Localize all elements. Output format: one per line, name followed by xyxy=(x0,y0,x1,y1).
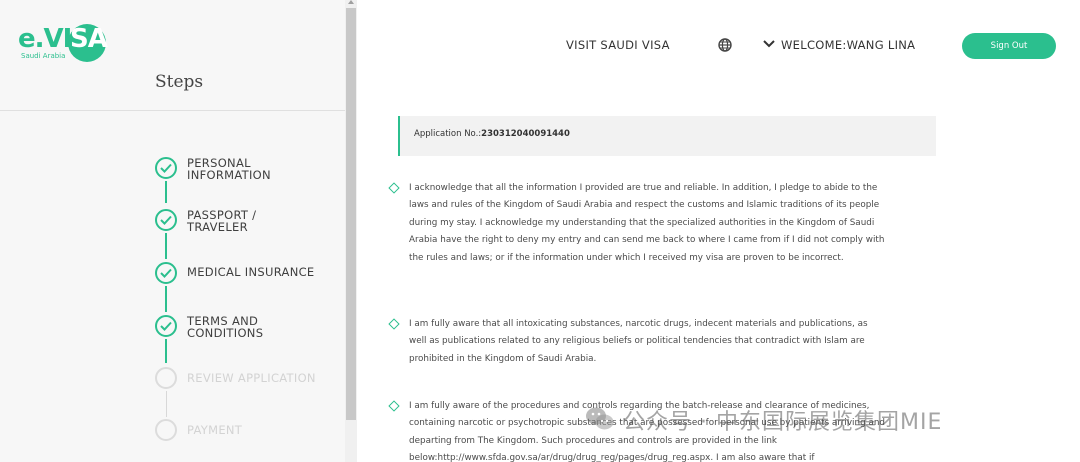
step-label: PASSPORT / TRAVELER xyxy=(187,208,257,234)
steps-sidebar: e.VI SA Saudi Arabia Steps PERSONAL INFOR… xyxy=(0,0,345,462)
visit-saudi-visa-link[interactable]: VISIT SAUDI VISA xyxy=(566,38,670,52)
empty-circle-icon xyxy=(155,367,177,389)
check-circle-icon xyxy=(155,157,177,179)
sign-out-button[interactable]: Sign Out xyxy=(962,33,1056,59)
empty-circle-icon xyxy=(155,419,177,441)
check-circle-icon xyxy=(155,209,177,231)
step-connector xyxy=(165,391,167,417)
watermark-text: 公众号 · 中东国际展览集团MIE xyxy=(623,410,943,435)
steps-title: Steps xyxy=(155,72,204,92)
diamond-bullet-icon xyxy=(388,318,400,330)
application-number: Application No.:230312040091440 xyxy=(414,129,570,139)
logo-text: e.VI xyxy=(18,24,72,54)
step-label: PERSONAL INFORMATION xyxy=(187,156,271,182)
step-connector xyxy=(165,286,167,312)
step-label: PAYMENT xyxy=(187,423,243,437)
check-circle-icon xyxy=(155,315,177,337)
check-circle-icon xyxy=(155,262,177,284)
sidebar-divider xyxy=(0,110,345,111)
step-label: MEDICAL INSURANCE xyxy=(187,265,315,279)
step-label: TERMS AND CONDITIONS xyxy=(187,314,264,340)
chevron-down-icon[interactable] xyxy=(763,40,775,48)
scroll-up-arrow-icon[interactable] xyxy=(348,0,354,4)
step-connector xyxy=(165,233,167,259)
sidebar-scrollbar[interactable] xyxy=(345,0,357,462)
step-connector xyxy=(165,181,167,203)
diamond-bullet-icon xyxy=(388,182,400,194)
logo-circle-text: SA xyxy=(70,24,108,54)
step-connector xyxy=(165,339,167,363)
evisa-logo[interactable]: e.VI SA Saudi Arabia xyxy=(18,22,113,67)
logo-subtitle: Saudi Arabia xyxy=(21,52,66,60)
step-label: REVIEW APPLICATION xyxy=(187,371,316,385)
globe-icon[interactable] xyxy=(718,38,732,52)
terms-text: I acknowledge that all the information I… xyxy=(409,183,885,263)
terms-text: I am fully aware that all intoxicating s… xyxy=(409,319,868,364)
scroll-thumb[interactable] xyxy=(346,8,356,420)
evisa-application-page: e.VI SA Saudi Arabia Steps PERSONAL INFOR… xyxy=(0,0,1080,462)
welcome-user-menu[interactable]: WELCOME:WANG LINA xyxy=(781,38,915,52)
diamond-bullet-icon xyxy=(388,400,400,412)
application-number-box: Application No.:230312040091440 xyxy=(398,116,936,156)
wechat-icon xyxy=(586,407,614,430)
